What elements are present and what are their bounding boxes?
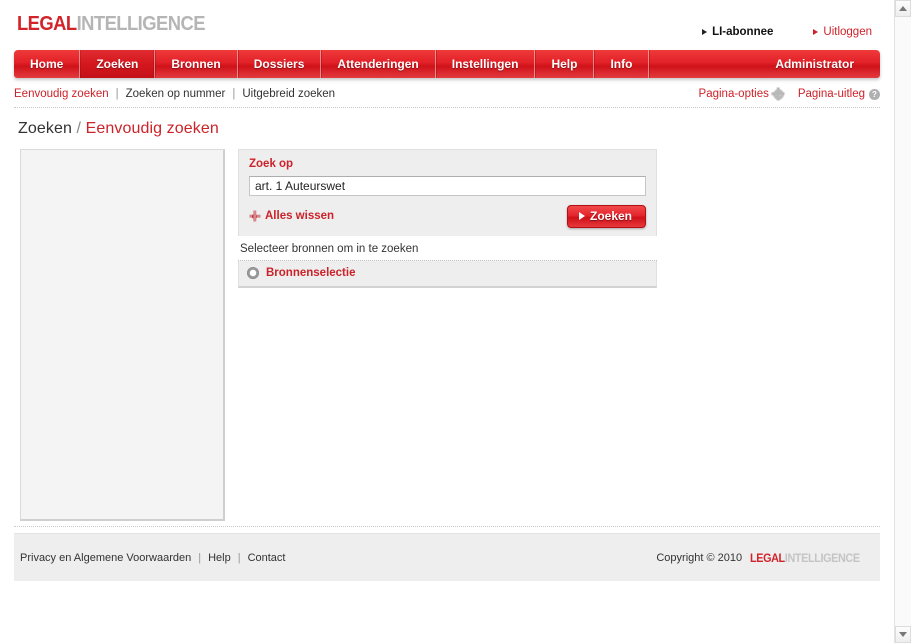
nav-item-label: Dossiers [253, 57, 305, 71]
account-label: LI-abonnee [712, 26, 774, 38]
footer-logo-secondary: INTELLIGENCE [784, 550, 860, 565]
subnav-item-uitgebreid-zoeken[interactable]: Uitgebreid zoeken [242, 88, 335, 100]
nav-item-label: Bronnen [171, 57, 221, 71]
nav-item-instellingen[interactable]: Instellingen [436, 50, 537, 78]
footer-separator: | [237, 551, 241, 564]
nav-item-info[interactable]: Info [594, 50, 651, 78]
logo-primary-text: LEGAL [17, 13, 77, 35]
browser-viewport: LEGALINTELLIGENCE LI-abonnee Uitloggen H… [0, 0, 911, 643]
chevron-down-icon [899, 632, 907, 637]
logout-link[interactable]: Uitloggen [813, 26, 872, 38]
site-footer: Privacy en Algemene Voorwaarden | Help |… [14, 533, 880, 581]
clear-burst-icon [249, 211, 260, 222]
search-panel: Zoek op Alles wissen Zoeken Selecteer b [238, 149, 657, 288]
search-input[interactable] [249, 176, 646, 196]
footer-logo-primary: LEGAL [750, 550, 785, 565]
page-options-link[interactable]: Pagina-opties [699, 88, 784, 100]
clear-all-label: Alles wissen [265, 210, 335, 222]
site-logo: LEGALINTELLIGENCE [17, 13, 205, 36]
page-help-label: Pagina-uitleg [797, 88, 865, 100]
search-box: Zoek op Alles wissen Zoeken [238, 149, 657, 236]
nav-item-label: Administrator [775, 57, 854, 71]
nav-item-administrator[interactable]: Administrator [759, 50, 880, 78]
nav-item-bronnen[interactable]: Bronnen [155, 50, 240, 78]
nav-item-zoeken[interactable]: Zoeken [80, 50, 157, 78]
footer-separator: | [198, 551, 202, 564]
footer-link-contact[interactable]: Contact [248, 552, 286, 564]
scroll-up-button[interactable] [895, 0, 911, 17]
search-submit-button[interactable]: Zoeken [566, 204, 646, 228]
nav-item-label: Instellingen [451, 57, 519, 71]
gear-icon [772, 88, 784, 100]
subnav-item-eenvoudig-zoeken[interactable]: Eenvoudig zoeken [14, 88, 109, 100]
nav-item-home[interactable]: Home [14, 50, 82, 78]
main-navigation: Home Zoeken Bronnen Dossiers Attendering… [14, 50, 880, 78]
footer-divider [14, 526, 880, 527]
nav-item-dossiers[interactable]: Dossiers [238, 50, 323, 78]
page-title-section: Zoeken [18, 120, 72, 137]
page-help-link[interactable]: Pagina-uitleg ? [798, 88, 880, 100]
clear-all-link[interactable]: Alles wissen [249, 210, 334, 222]
footer-link-privacy[interactable]: Privacy en Algemene Voorwaarden [20, 552, 191, 564]
search-field-label: Zoek op [249, 158, 294, 170]
content-area: Zoek op Alles wissen Zoeken Selecteer b [14, 149, 880, 526]
sources-selection-row[interactable]: Bronnenselectie [238, 261, 657, 288]
search-submit-label: Zoeken [589, 208, 632, 223]
left-side-panel [20, 149, 225, 521]
subnav-separator: | [115, 88, 119, 100]
nav-item-label: Attenderingen [337, 57, 419, 71]
search-actions: Alles wissen Zoeken [249, 204, 646, 228]
copyright-text: Copyright © 2010 [656, 551, 743, 564]
page-title-current: Eenvoudig zoeken [85, 120, 219, 137]
nav-item-label: Home [30, 57, 64, 71]
site-header: LEGALINTELLIGENCE LI-abonnee Uitloggen [0, 0, 894, 50]
help-icon: ? [869, 88, 880, 100]
page-tools: Pagina-opties Pagina-uitleg ? [699, 88, 880, 100]
nav-item-label: Help [551, 57, 578, 71]
subnav: Eenvoudig zoeken | Zoeken op nummer | Ui… [14, 88, 335, 100]
sources-hint-text: Selecteer bronnen om in te zoeken [238, 236, 657, 261]
nav-item-attenderingen[interactable]: Attenderingen [321, 50, 438, 78]
account-link[interactable]: LI-abonnee [702, 26, 773, 38]
footer-links: Privacy en Algemene Voorwaarden | Help |… [20, 552, 285, 564]
nav-item-label: Zoeken [96, 57, 139, 71]
subnav-row: Eenvoudig zoeken | Zoeken op nummer | Ui… [14, 84, 880, 108]
page-options-label: Pagina-opties [698, 88, 769, 100]
footer-link-help[interactable]: Help [208, 552, 231, 564]
triangle-bullet-icon [813, 29, 819, 35]
page-title: Zoeken / Eenvoudig zoeken [18, 120, 880, 138]
browser-scrollbar[interactable] [894, 0, 911, 643]
expand-circle-icon [247, 267, 259, 279]
scroll-down-button[interactable] [895, 626, 911, 643]
logout-label: Uitloggen [823, 26, 872, 38]
logo-secondary-text: INTELLIGENCE [76, 13, 206, 35]
footer-logo: LEGALINTELLIGENCE [750, 551, 860, 565]
subnav-separator: | [232, 88, 236, 100]
triangle-bullet-icon [702, 29, 708, 35]
sources-selection-label: Bronnenselectie [266, 267, 356, 279]
footer-copyright: Copyright © 2010 LEGALINTELLIGENCE [656, 551, 872, 565]
page-title-separator: / [76, 120, 82, 137]
chevron-up-icon [899, 6, 907, 11]
subnav-item-zoeken-op-nummer[interactable]: Zoeken op nummer [126, 88, 226, 100]
scrollbar-track[interactable] [895, 17, 911, 626]
nav-item-help[interactable]: Help [535, 50, 596, 78]
user-bar: LI-abonnee Uitloggen [702, 26, 872, 38]
play-triangle-icon [578, 211, 585, 220]
nav-item-label: Info [610, 57, 633, 71]
page-root: LEGALINTELLIGENCE LI-abonnee Uitloggen H… [0, 0, 894, 643]
